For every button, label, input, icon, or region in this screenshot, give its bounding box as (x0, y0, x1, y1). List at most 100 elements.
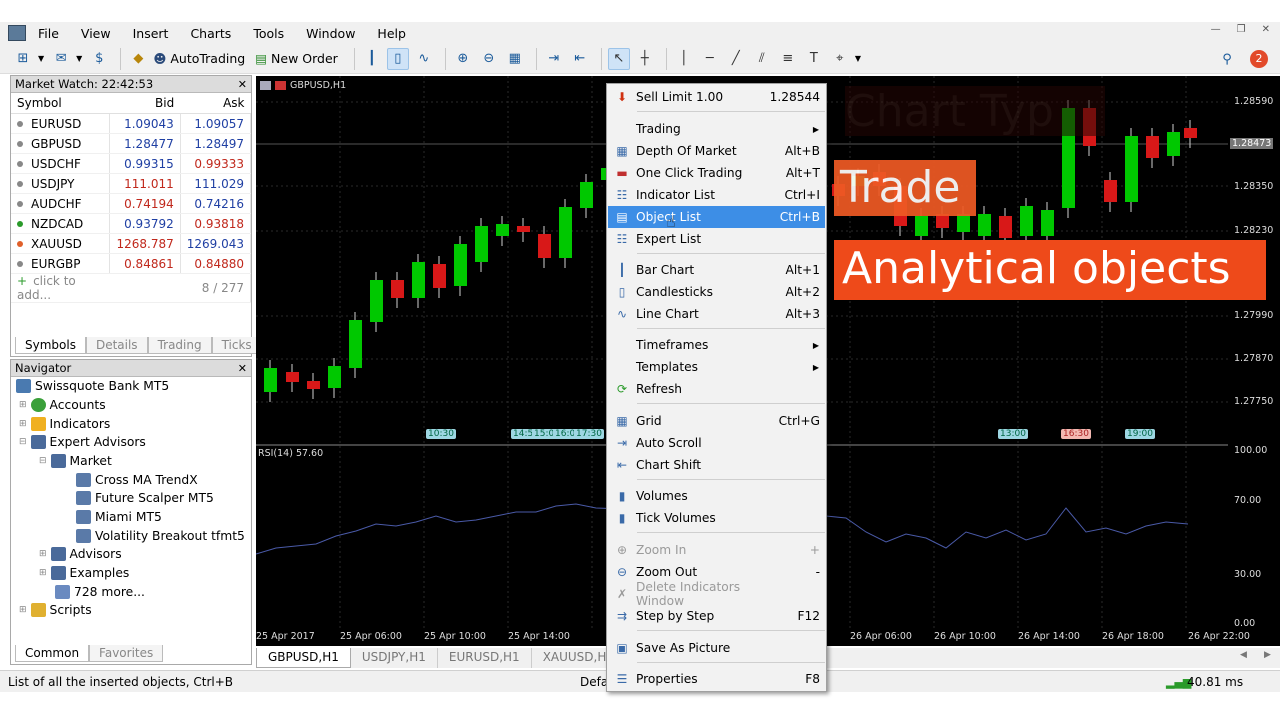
menu-window[interactable]: Window (306, 26, 355, 41)
menu-item-grid[interactable]: ▦ Grid Ctrl+G (608, 410, 825, 432)
tab-symbols[interactable]: Symbols (15, 337, 86, 354)
market-icon[interactable]: $ (88, 48, 110, 70)
minimize-icon[interactable]: — (1211, 24, 1221, 35)
menu-item-bar-chart[interactable]: ┃ Bar Chart Alt+1 (608, 259, 825, 281)
notification-badge[interactable]: 2 (1250, 50, 1268, 68)
new-order-button[interactable]: ▤ New Order (255, 51, 338, 66)
table-row[interactable]: AUDCHF 0.74194 0.74216 (11, 193, 252, 214)
profiles-icon[interactable]: ✉ (50, 48, 72, 70)
menu-item-templates[interactable]: Templates ▶ (608, 356, 825, 378)
nav-item-more[interactable]: 728 more... (55, 585, 145, 599)
tab-common[interactable]: Common (15, 645, 90, 662)
add-symbol-row[interactable]: + click to add... 8 / 277 (11, 273, 252, 303)
table-row[interactable]: XAUUSD 1268.787 1269.043 (11, 233, 252, 254)
menu-item-save-as-picture[interactable]: ▣ Save As Picture (608, 637, 825, 659)
nav-item-broker[interactable]: Swissquote Bank MT5 (16, 379, 169, 393)
crosshair-icon[interactable]: ┼ (634, 48, 656, 70)
table-row[interactable]: GBPUSD 1.28477 1.28497 (11, 133, 252, 154)
menu-item-line-chart[interactable]: ∿ Line Chart Alt+3 (608, 303, 825, 325)
menu-charts[interactable]: Charts (190, 26, 231, 41)
nav-item-expert[interactable]: Future Scalper MT5 (76, 491, 214, 505)
nav-item-expert[interactable]: Cross MA TrendX (76, 473, 198, 487)
tile-icon[interactable]: ▦ (504, 48, 526, 70)
menu-item-depth-of-market[interactable]: ▦ Depth Of Market Alt+B (608, 140, 825, 162)
close-icon[interactable]: ✕ (238, 76, 247, 93)
cursor-icon[interactable]: ↖ (607, 47, 630, 70)
col-symbol[interactable]: Symbol (11, 93, 110, 114)
scroll-right-icon[interactable]: ▶ (1264, 650, 1271, 660)
menu-item-indicator-list[interactable]: ☷ Indicator List Ctrl+I (608, 184, 825, 206)
close-icon[interactable]: ✕ (238, 360, 247, 377)
fibonacci-icon[interactable]: ≡ (777, 48, 799, 70)
nav-item-examples[interactable]: ⊞ Examples (39, 566, 129, 580)
nav-item-scripts[interactable]: ⊞ Scripts (19, 603, 92, 617)
menu-item-properties[interactable]: ☰ Properties F8 (608, 668, 825, 690)
menu-help[interactable]: Help (377, 26, 406, 41)
trendline-icon[interactable]: ╱ (725, 48, 747, 70)
menu-item-volumes[interactable]: ▮ Volumes (608, 485, 825, 507)
tab-ticks[interactable]: Ticks (211, 337, 262, 354)
menu-item-expert-list[interactable]: ☷ Expert List (608, 228, 825, 250)
nav-item-advisors[interactable]: ⊞ Advisors (39, 547, 122, 561)
candle (412, 262, 425, 298)
menu-item-trading[interactable]: Trading ▶ (608, 118, 825, 140)
table-row[interactable]: USDJPY 111.011 111.029 (11, 173, 252, 194)
menu-item-one-click-trading[interactable]: ▬ One Click Trading Alt+T (608, 162, 825, 184)
menu-item-auto-scroll[interactable]: ⇥ Auto Scroll (608, 432, 825, 454)
tab-eurusd[interactable]: EURUSD,H1 (438, 648, 532, 668)
col-bid[interactable]: Bid (109, 93, 181, 114)
close-icon[interactable]: ✕ (1262, 24, 1270, 35)
horizontal-line-icon[interactable]: ─ (699, 48, 721, 70)
restore-icon[interactable]: ❐ (1237, 24, 1246, 35)
menu-file[interactable]: File (38, 26, 59, 41)
menu-view[interactable]: View (81, 26, 111, 41)
search-icon[interactable]: ⚲ (1216, 48, 1238, 70)
tab-trading[interactable]: Trading (147, 337, 212, 354)
scroll-left-icon[interactable]: ◀ (1240, 650, 1247, 660)
menu-item-tick-volumes[interactable]: ▮ Tick Volumes (608, 507, 825, 529)
nav-item-expert[interactable]: Miami MT5 (76, 510, 162, 524)
text-icon[interactable]: T (803, 48, 825, 70)
autotrading-button[interactable]: ☻ AutoTrading (153, 51, 245, 66)
col-ask[interactable]: Ask (180, 93, 251, 114)
time-chip: 16:30 (1061, 429, 1091, 439)
nav-item-accounts[interactable]: ⊞ Accounts (19, 398, 106, 412)
candle (286, 372, 299, 382)
table-row[interactable]: EURGBP 0.84861 0.84880 (11, 253, 252, 274)
tab-usdjpy[interactable]: USDJPY,H1 (351, 648, 438, 668)
line-chart-icon[interactable]: ∿ (413, 48, 435, 70)
channel-icon[interactable]: ⫽ (751, 48, 773, 70)
advisors-folder-icon (50, 547, 66, 561)
shift-icon[interactable]: ⇤ (569, 48, 591, 70)
vertical-line-icon[interactable]: │ (673, 48, 695, 70)
expert-icon[interactable]: ◆ (127, 48, 149, 70)
zoom-out-icon[interactable]: ⊖ (478, 48, 500, 70)
table-row[interactable]: USDCHF 0.99315 0.99333 (11, 153, 252, 174)
tab-gbpusd[interactable]: GBPUSD,H1 (256, 648, 351, 668)
tab-details[interactable]: Details (85, 337, 148, 354)
table-row[interactable]: EURUSD 1.09043 1.09057 (11, 113, 252, 134)
nav-item-expert[interactable]: Volatility Breakout tfmt5 (76, 529, 245, 543)
menu-item-refresh[interactable]: ⟳ Refresh (608, 378, 825, 400)
menu-item-object-list[interactable]: ▤ Object List Ctrl+B (608, 206, 825, 228)
table-row[interactable]: NZDCAD 0.93792 0.93818 (11, 213, 252, 234)
menu-insert[interactable]: Insert (133, 26, 169, 41)
menu-item-step-by-step[interactable]: ⇉ Step by Step F12 (608, 605, 825, 627)
menu-item-chart-shift[interactable]: ⇤ Chart Shift (608, 454, 825, 476)
menu-tools[interactable]: Tools (253, 26, 284, 41)
new-chart-icon[interactable]: ⊞ (12, 48, 34, 70)
zoom-in-icon[interactable]: ⊕ (452, 48, 474, 70)
menu-item-candlesticks[interactable]: ▯ Candlesticks Alt+2 (608, 281, 825, 303)
candle (1184, 128, 1197, 138)
shapes-icon[interactable]: ⌖ (829, 48, 851, 70)
scroll-icon[interactable]: ⇥ (543, 48, 565, 70)
tab-favorites[interactable]: Favorites (89, 645, 164, 662)
menu-item-timeframes[interactable]: Timeframes ▶ (608, 334, 825, 356)
nav-item-indicators[interactable]: ⊞ Indicators (19, 417, 110, 431)
menu-item-sell-limit[interactable]: ⬇ Sell Limit 1.00 1.28544 (608, 86, 825, 108)
nav-item-expert-advisors[interactable]: ⊟ Expert Advisors (19, 435, 146, 449)
nav-item-market[interactable]: ⊟ Market (39, 454, 112, 468)
bar-chart-icon[interactable]: ┃ (361, 48, 383, 70)
candlestick-icon[interactable]: ▯ (386, 47, 409, 70)
symbol-icon (17, 261, 23, 267)
